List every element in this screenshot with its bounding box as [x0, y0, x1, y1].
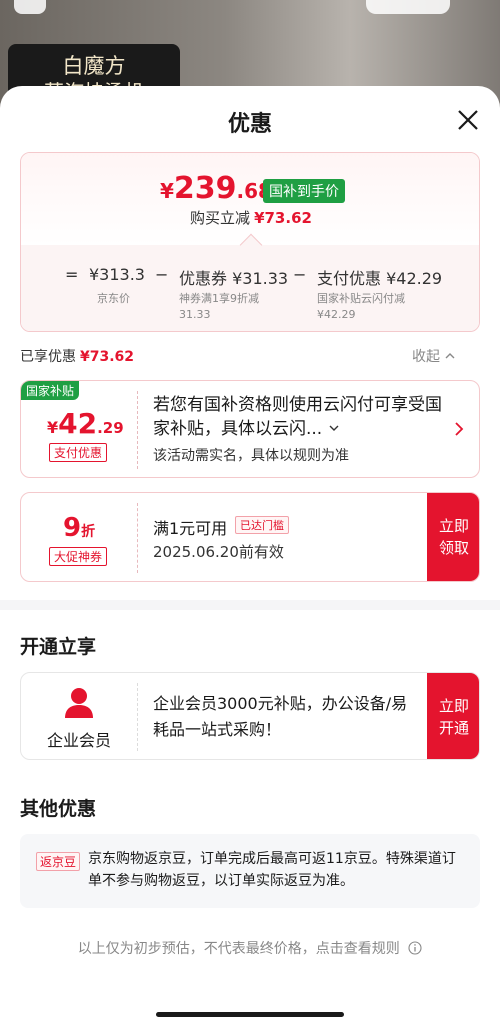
collapse-label: 收起	[412, 349, 440, 365]
price-summary-top: ¥239.68 国补到手价 购买立减 ¥73.62	[21, 153, 479, 245]
enjoyed-amount: ¥73.62	[80, 349, 135, 365]
jd-bean-offer-card: 返京豆 京东购物返京豆，订单完成后最高可返11京豆。特殊渠道订单不参与购物返豆，…	[20, 834, 480, 908]
chevron-up-icon	[445, 353, 455, 359]
threshold-reached-tag: 已达门槛	[235, 516, 289, 534]
subsidy-amount-dec: .29	[97, 419, 124, 437]
top-actions[interactable]	[366, 0, 450, 14]
section-divider	[0, 600, 500, 610]
subsidy-amount-int: 42	[58, 407, 98, 440]
jd-price: ¥313.3	[89, 265, 145, 284]
activate-section-title: 开通立享	[20, 636, 97, 658]
payment-sub: 国家补贴云闪付减	[317, 292, 405, 305]
subsidy-text: 若您有国补资格则使用云闪付可享受国家补贴，具体以云闪...	[153, 395, 442, 439]
subsidy-amount: ¥42.29	[47, 407, 124, 440]
close-icon[interactable]	[454, 106, 482, 134]
coupon-discount: 9折	[63, 513, 95, 543]
final-price: ¥239.68	[160, 171, 272, 206]
payment-discount-tag: 支付优惠	[49, 443, 108, 462]
reduce-amount: ¥73.62	[254, 209, 312, 227]
coupon-title: 满1元可用	[153, 519, 228, 538]
divider	[137, 391, 138, 469]
collapse-button[interactable]: 收起	[412, 346, 456, 366]
coupon-card: 9折 大促神券 满1元可用 已达门槛 2025.06.20前有效 立即 领取	[20, 492, 480, 582]
minus-sign-1: −	[155, 265, 169, 284]
claim-line1: 立即	[438, 517, 469, 535]
activate-member-button[interactable]: 立即 开通	[427, 673, 479, 759]
member-block: 企业会员	[21, 673, 137, 759]
coupon-amount: 优惠券 ¥31.33	[179, 269, 289, 288]
price-breakdown: = ¥313.3 京东价 − 优惠券 ¥31.33 神券满1享9折减 31.33…	[21, 245, 479, 331]
currency-symbol: ¥	[160, 179, 174, 203]
price-summary-card: ¥239.68 国补到手价 购买立减 ¥73.62 = ¥313.3 京东价 − …	[20, 152, 480, 332]
jd-bean-text: 京东购物返京豆，订单完成后最高可返11京豆。特殊渠道订单不参与购物返豆，以订单实…	[88, 851, 456, 889]
coupon-discount-value: 9	[63, 513, 82, 543]
subsidy-currency: ¥	[47, 418, 59, 437]
minus-sign-2: −	[293, 265, 307, 284]
coupon-sub2: 31.33	[179, 308, 211, 321]
instant-reduction: 购买立减 ¥73.62	[21, 207, 479, 228]
enterprise-member-card: 企业会员 企业会员3000元补贴，办公设备/易耗品一站式采购！ 立即 开通	[20, 672, 480, 760]
divider	[137, 683, 138, 751]
subsidy-note: 该活动需实名，具体以规则为准	[153, 448, 349, 464]
equals-sign: =	[65, 265, 79, 284]
activate-line2: 开通	[438, 719, 469, 737]
info-icon[interactable]	[408, 941, 422, 955]
claim-coupon-button[interactable]: 立即 领取	[427, 493, 479, 581]
claim-line2: 领取	[438, 539, 469, 557]
coupon-discount-block: 9折 大促神券	[21, 493, 137, 581]
payment-discount: 支付优惠 ¥42.29	[317, 269, 443, 288]
jd-price-label: 京东价	[97, 292, 130, 305]
coupon-expiry: 2025.06.20前有效	[153, 543, 284, 561]
reduce-label: 购买立减	[190, 209, 251, 227]
enterprise-member-label: 企业会员	[46, 731, 111, 750]
footer-disclaimer[interactable]: 以上仅为初步预估，不代表最终价格，点击查看规则	[0, 938, 500, 958]
home-indicator[interactable]	[156, 1012, 344, 1017]
divider	[137, 503, 138, 573]
price-integer: 239	[173, 171, 237, 206]
national-subsidy-tag: 国家补贴	[21, 381, 80, 400]
activate-line1: 立即	[438, 697, 469, 715]
back-button[interactable]	[14, 0, 46, 14]
subsidy-description: 若您有国补资格则使用云闪付可享受国家补贴，具体以云闪...	[153, 393, 453, 441]
jd-bean-tag: 返京豆	[36, 852, 81, 871]
chevron-down-icon[interactable]	[328, 423, 340, 433]
other-offers-title: 其他优惠	[20, 798, 97, 820]
promo-coupon-tag: 大促神券	[49, 547, 108, 566]
discount-sheet: 优惠 ¥239.68 国补到手价 购买立减 ¥73.62 = ¥313.3 京东价…	[0, 86, 500, 1026]
sheet-title: 优惠	[227, 112, 272, 137]
national-subsidy-card[interactable]: 国家补贴 ¥42.29 支付优惠 若您有国补资格则使用云闪付可享受国家补贴，具体…	[20, 380, 480, 478]
subsidy-amount-block: 国家补贴 ¥42.29 支付优惠	[21, 381, 137, 477]
coupon-sub: 神券满1享9折减	[179, 292, 259, 305]
member-offer-text: 企业会员3000元补贴，办公设备/易耗品一站式采购！	[153, 694, 408, 739]
subsidy-price-badge: 国补到手价	[263, 179, 345, 203]
payment-sub2: ¥42.29	[317, 308, 356, 321]
footer-text: 以上仅为初步预估，不代表最终价格，点击查看规则	[77, 941, 400, 957]
user-icon	[65, 688, 93, 718]
enjoyed-label: 已享优惠	[20, 349, 76, 365]
coupon-discount-unit: 折	[81, 524, 96, 540]
chevron-right-icon[interactable]	[453, 419, 465, 439]
enjoyed-discount: 已享优惠 ¥73.62	[20, 346, 134, 366]
